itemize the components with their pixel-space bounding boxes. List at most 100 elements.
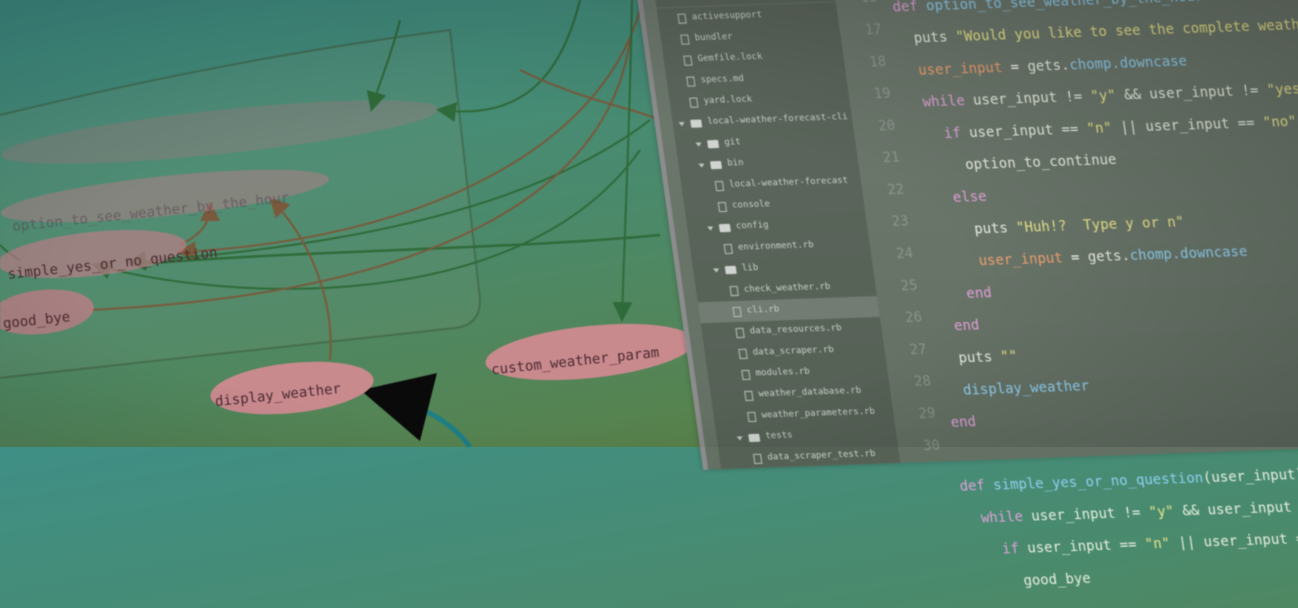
line-number: 25 — [899, 277, 919, 295]
tree-item-label: local-weather-forecast — [728, 175, 849, 190]
code-token: "n" — [1085, 120, 1114, 137]
line-number: 22 — [886, 181, 906, 199]
line-number: 23 — [890, 213, 910, 231]
line-number: 19 — [872, 85, 892, 103]
code-token: "no" — [1261, 113, 1298, 131]
code-token: user_input — [900, 59, 1004, 80]
tree-item-label: activesupport — [691, 9, 763, 23]
tree-item-label: data_scraper.rb — [752, 344, 835, 358]
tree-item-label: modules.rb — [755, 366, 811, 379]
code-token: end — [949, 414, 978, 432]
chevron-down-icon[interactable] — [695, 142, 702, 147]
code-token: end — [931, 285, 993, 304]
line-number: 29 — [917, 405, 937, 423]
folder-icon — [690, 118, 703, 128]
edge — [436, 0, 581, 122]
node-display-weather[interactable]: display_weather — [208, 355, 376, 422]
file-icon — [732, 306, 742, 317]
file-icon — [677, 13, 687, 24]
tree-item-label: bin — [726, 158, 745, 169]
code-editor[interactable]: def option_to_see_weather_by_the_hour pu… — [890, 0, 1298, 599]
code-token: = — [1061, 249, 1089, 267]
tree-item-label: check_weather.rb — [743, 281, 832, 295]
code-token: def — [958, 477, 995, 495]
tree-item-label: console — [731, 199, 771, 211]
code-token: = — [1001, 58, 1029, 76]
tree-item-label: config — [735, 220, 770, 232]
chevron-down-icon[interactable] — [707, 225, 714, 231]
code-token: simple_yes_or_no_question — [992, 470, 1205, 494]
code-token: "y" — [1147, 503, 1176, 521]
tree-item-label: lib — [741, 263, 759, 274]
node-custom-weather-param[interactable]: custom_weather_param — [483, 315, 697, 389]
file-icon — [680, 34, 690, 45]
code-token: while — [963, 508, 1033, 527]
code-token: user_input — [927, 250, 1064, 272]
code-token: good_bye — [972, 570, 1092, 591]
edge — [360, 373, 473, 447]
file-icon — [714, 180, 725, 191]
line-number: 27 — [908, 341, 928, 359]
tree-item-label: specs.md — [699, 73, 745, 86]
code-token: gets. — [1026, 57, 1071, 75]
code-token: option_to_continue — [913, 152, 1118, 176]
code-token: "Would you like to see the complete weat… — [954, 15, 1298, 46]
line-number: 24 — [895, 245, 915, 263]
file-icon — [686, 75, 696, 87]
code-token: "yes" — [1265, 81, 1298, 99]
file-icon — [683, 54, 693, 66]
chevron-down-icon[interactable] — [736, 435, 744, 441]
scene: option_to_see_weather_by_the_hour simple… — [0, 0, 1298, 589]
tree-item-label: Gemfile.lock — [697, 52, 764, 65]
code-token: "n" — [1143, 535, 1172, 553]
folder-icon — [707, 139, 720, 148]
line-number: 16 — [835, 0, 879, 15]
tree-item-label: git — [723, 137, 742, 148]
code-token: (user_input) — [1202, 466, 1298, 487]
line-number: 30 — [922, 437, 942, 455]
code-token: user_input == — [1026, 536, 1147, 557]
file-icon — [747, 411, 757, 422]
file-icon — [741, 369, 751, 380]
line-number: 26 — [904, 309, 924, 327]
tree-item-label: cli.rb — [746, 304, 781, 316]
chevron-down-icon[interactable] — [678, 121, 685, 126]
code-token: else — [918, 188, 988, 208]
edge — [612, 0, 633, 322]
line-number: 18 — [868, 53, 888, 71]
tree-item-label: bundler — [694, 31, 734, 44]
code-token: option_to_see_weather_by_the_hour — [925, 0, 1205, 15]
code-token: if — [967, 540, 1029, 559]
file-icon — [744, 390, 754, 401]
code-token: if — [909, 125, 971, 144]
code-token: chomp.downcase — [1068, 53, 1189, 74]
chevron-down-icon[interactable] — [698, 162, 705, 168]
folder-icon — [748, 433, 761, 442]
code-token: def — [891, 0, 928, 16]
code-token: chomp.downcase — [1128, 243, 1249, 265]
code-token: user_input != — [1030, 504, 1150, 525]
code-token: puts — [895, 29, 957, 48]
file-icon — [752, 453, 763, 464]
code-token: user_input == — [968, 121, 1088, 142]
code-token: while — [904, 92, 975, 112]
code-token: end — [936, 317, 981, 336]
line-number: 28 — [913, 373, 933, 391]
file-icon — [735, 327, 745, 338]
file-icon — [738, 348, 748, 359]
code-token: gets. — [1086, 248, 1131, 266]
line-number: 20 — [877, 117, 897, 135]
file-icon — [717, 201, 728, 212]
code-token: user_input != — [972, 88, 1092, 109]
tree-item-label: yard.lock — [702, 94, 753, 107]
code-token: || user_input == — [1110, 114, 1265, 137]
chevron-down-icon[interactable] — [712, 267, 720, 273]
code-token: display_weather — [945, 378, 1091, 400]
code-token: && user_input != — [1181, 499, 1293, 520]
file-icon — [723, 243, 733, 254]
code-token: "" — [999, 348, 1019, 365]
line-number: 21 — [881, 149, 901, 167]
file-icon — [689, 96, 699, 108]
file-icon — [729, 285, 739, 296]
code-token: "Huh!? Type y or n" — [1015, 214, 1186, 236]
